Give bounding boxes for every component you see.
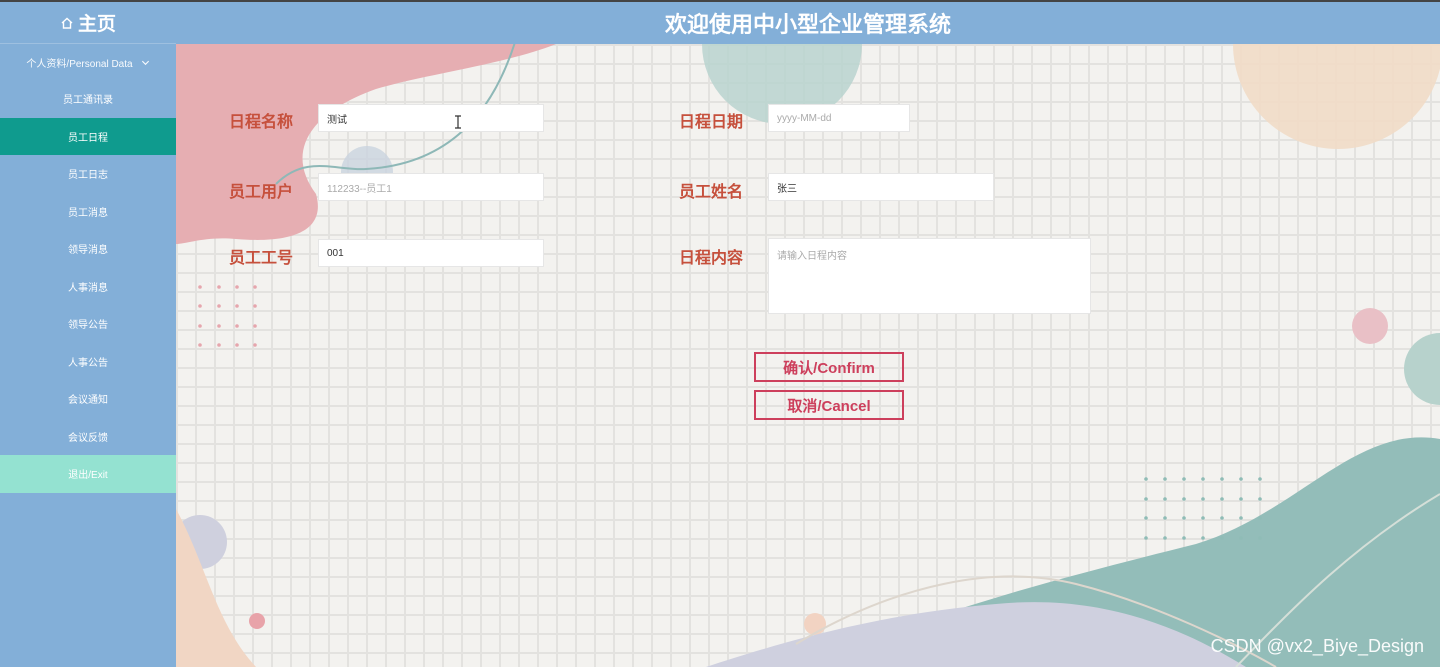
- confirm-button[interactable]: 确认/Confirm: [754, 352, 904, 382]
- sidebar-item-meeting-feedback[interactable]: 会议反馈: [0, 418, 176, 456]
- sidebar-item-exit[interactable]: 退出/Exit: [0, 455, 176, 493]
- sidebar-group-personal-data[interactable]: 个人资料/Personal Data: [0, 44, 176, 80]
- schedule-name-input[interactable]: 测试: [318, 104, 544, 132]
- watermark: CSDN @vx2_Biye_Design: [1210, 636, 1424, 656]
- home-icon: [61, 17, 73, 29]
- sidebar-group-label: 个人资料/Personal Data: [26, 58, 133, 70]
- text-cursor-icon: [455, 115, 461, 129]
- sidebar-item-schedule[interactable]: 员工日程: [0, 117, 176, 155]
- employee-id-input[interactable]: 001: [318, 239, 544, 267]
- sidebar-item-log[interactable]: 员工日志: [0, 155, 176, 193]
- employee-user-label: 员工用户: [229, 184, 294, 201]
- employee-id-label: 员工工号: [229, 250, 294, 267]
- sidebar-item-hr-announcements[interactable]: 人事公告: [0, 343, 176, 381]
- employee-name-input[interactable]: 张三: [768, 173, 994, 201]
- employee-user-select[interactable]: 112233--员工1: [318, 173, 544, 201]
- sidebar-item-contacts[interactable]: 员工通讯录: [0, 80, 176, 118]
- sidebar-item-meeting-notices[interactable]: 会议通知: [0, 380, 176, 418]
- schedule-date-input[interactable]: yyyy-MM-dd: [768, 104, 910, 132]
- sidebar-item-leader-announcements[interactable]: 领导公告: [0, 305, 176, 343]
- page-title: 欢迎使用中小型企业管理系统: [664, 12, 951, 37]
- sidebar-item-leader-messages[interactable]: 领导消息: [0, 230, 176, 268]
- cancel-button[interactable]: 取消/Cancel: [754, 390, 904, 420]
- schedule-content-label: 日程内容: [679, 250, 744, 267]
- home-label: 主页: [77, 14, 116, 35]
- main-content: 日程名称 测试 日程日期 yyyy-MM-dd 员工用户 112233--员工1…: [176, 44, 1440, 667]
- sidebar: 个人资料/Personal Data 员工通讯录 员工日程 员工日志 员工消息 …: [0, 44, 176, 667]
- schedule-name-label: 日程名称: [229, 114, 294, 131]
- employee-name-label: 员工姓名: [679, 184, 744, 201]
- top-bar: 主页 欢迎使用中小型企业管理系统: [0, 0, 1440, 44]
- schedule-date-label: 日程日期: [679, 114, 744, 131]
- sidebar-item-hr-messages[interactable]: 人事消息: [0, 268, 176, 306]
- schedule-content-textarea[interactable]: 请输入日程内容: [768, 238, 1091, 314]
- sidebar-item-employee-messages[interactable]: 员工消息: [0, 193, 176, 231]
- home-link[interactable]: 主页: [0, 2, 176, 44]
- chevron-down-icon: [141, 60, 149, 65]
